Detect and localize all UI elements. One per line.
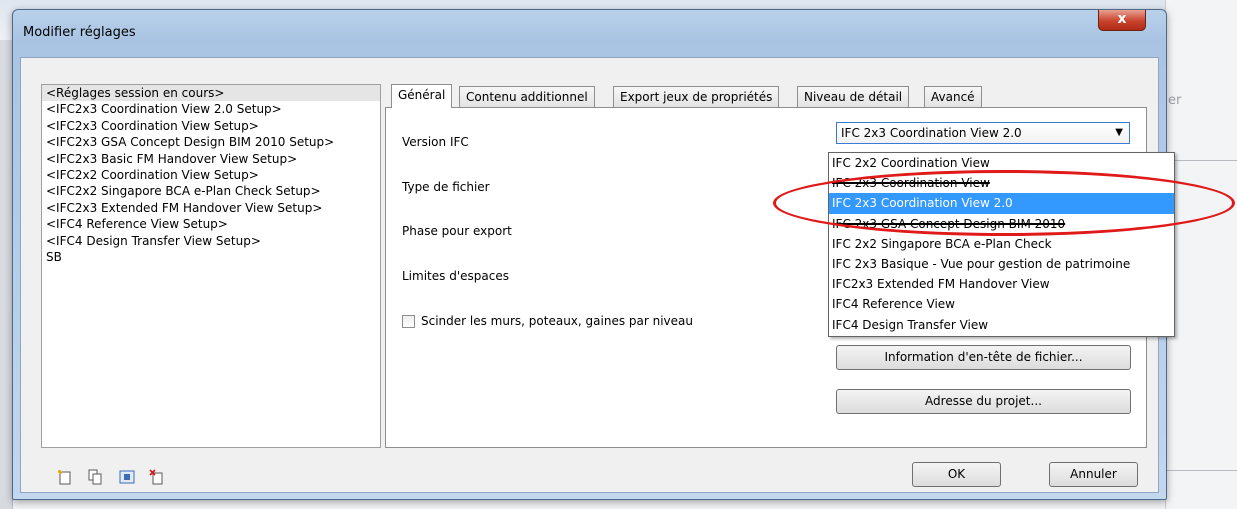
split-walls-checkbox[interactable] bbox=[402, 315, 415, 328]
phase-label: Phase pour export bbox=[402, 224, 512, 238]
tab-contenu-additionnel[interactable]: Contenu additionnel bbox=[459, 86, 595, 107]
rename-setup-icon[interactable] bbox=[119, 469, 135, 485]
setup-item[interactable]: SB bbox=[42, 249, 380, 265]
ok-button[interactable]: OK bbox=[912, 462, 1001, 487]
setup-item[interactable]: <IFC2x2 Coordination View Setup> bbox=[42, 167, 380, 183]
chevron-down-icon: ▼ bbox=[1115, 127, 1123, 138]
setup-item[interactable]: <IFC2x3 Basic FM Handover View Setup> bbox=[42, 151, 380, 167]
annotation-red-ellipse bbox=[773, 170, 1235, 236]
background-divider bbox=[1165, 160, 1237, 161]
background-partial-text: er bbox=[1168, 93, 1182, 108]
duplicate-setup-icon[interactable] bbox=[87, 469, 103, 485]
project-address-button[interactable]: Adresse du projet... bbox=[836, 389, 1131, 414]
dropdown-option[interactable]: IFC4 Design Transfer View bbox=[829, 315, 1174, 335]
version-ifc-selected: IFC 2x3 Coordination View 2.0 bbox=[841, 126, 1022, 140]
file-header-button[interactable]: Information d'en-tête de fichier... bbox=[836, 345, 1131, 370]
version-ifc-label: Version IFC bbox=[402, 135, 469, 149]
setup-item[interactable]: <IFC4 Design Transfer View Setup> bbox=[42, 233, 380, 249]
setup-item[interactable]: <IFC2x3 Coordination View 2.0 Setup> bbox=[42, 101, 380, 117]
setup-list[interactable]: <Réglages session en cours> <IFC2x3 Coor… bbox=[41, 84, 381, 448]
split-walls-label: Scinder les murs, poteaux, gaines par ni… bbox=[421, 314, 693, 328]
background-right-panel bbox=[1165, 0, 1237, 509]
background-divider bbox=[1165, 470, 1237, 471]
file-type-label: Type de fichier bbox=[402, 180, 490, 194]
setup-item[interactable]: <IFC2x2 Singapore BCA e-Plan Check Setup… bbox=[42, 183, 380, 199]
setup-item[interactable]: <IFC2x3 GSA Concept Design BIM 2010 Setu… bbox=[42, 134, 380, 150]
setup-item[interactable]: <IFC2x3 Coordination View Setup> bbox=[42, 118, 380, 134]
setup-item[interactable]: <Réglages session en cours> bbox=[42, 85, 380, 102]
tab-general[interactable]: Général bbox=[391, 84, 453, 108]
dropdown-option[interactable]: IFC 2x2 Singapore BCA e-Plan Check bbox=[829, 234, 1174, 254]
tab-niveau-detail[interactable]: Niveau de détail bbox=[797, 86, 910, 107]
setup-item[interactable]: <IFC4 Reference View Setup> bbox=[42, 216, 380, 232]
delete-setup-icon[interactable] bbox=[149, 469, 165, 485]
tab-avance[interactable]: Avancé bbox=[924, 86, 982, 107]
space-boundaries-label: Limites d'espaces bbox=[402, 269, 509, 283]
cancel-button[interactable]: Annuler bbox=[1049, 462, 1138, 487]
version-ifc-combo[interactable]: IFC 2x3 Coordination View 2.0 ▼ bbox=[836, 122, 1130, 144]
dropdown-option[interactable]: IFC2x3 Extended FM Handover View bbox=[829, 274, 1174, 294]
dialog-title: Modifier réglages bbox=[23, 25, 136, 40]
close-button[interactable]: x bbox=[1098, 10, 1146, 31]
dropdown-option[interactable]: IFC4 Reference View bbox=[829, 294, 1174, 314]
new-setup-icon[interactable] bbox=[57, 469, 73, 485]
tab-export-jeux-proprietes[interactable]: Export jeux de propriétés bbox=[613, 86, 780, 107]
dropdown-option[interactable]: IFC 2x3 Basique - Vue pour gestion de pa… bbox=[829, 254, 1174, 274]
setup-item[interactable]: <IFC2x3 Extended FM Handover View Setup> bbox=[42, 200, 380, 216]
